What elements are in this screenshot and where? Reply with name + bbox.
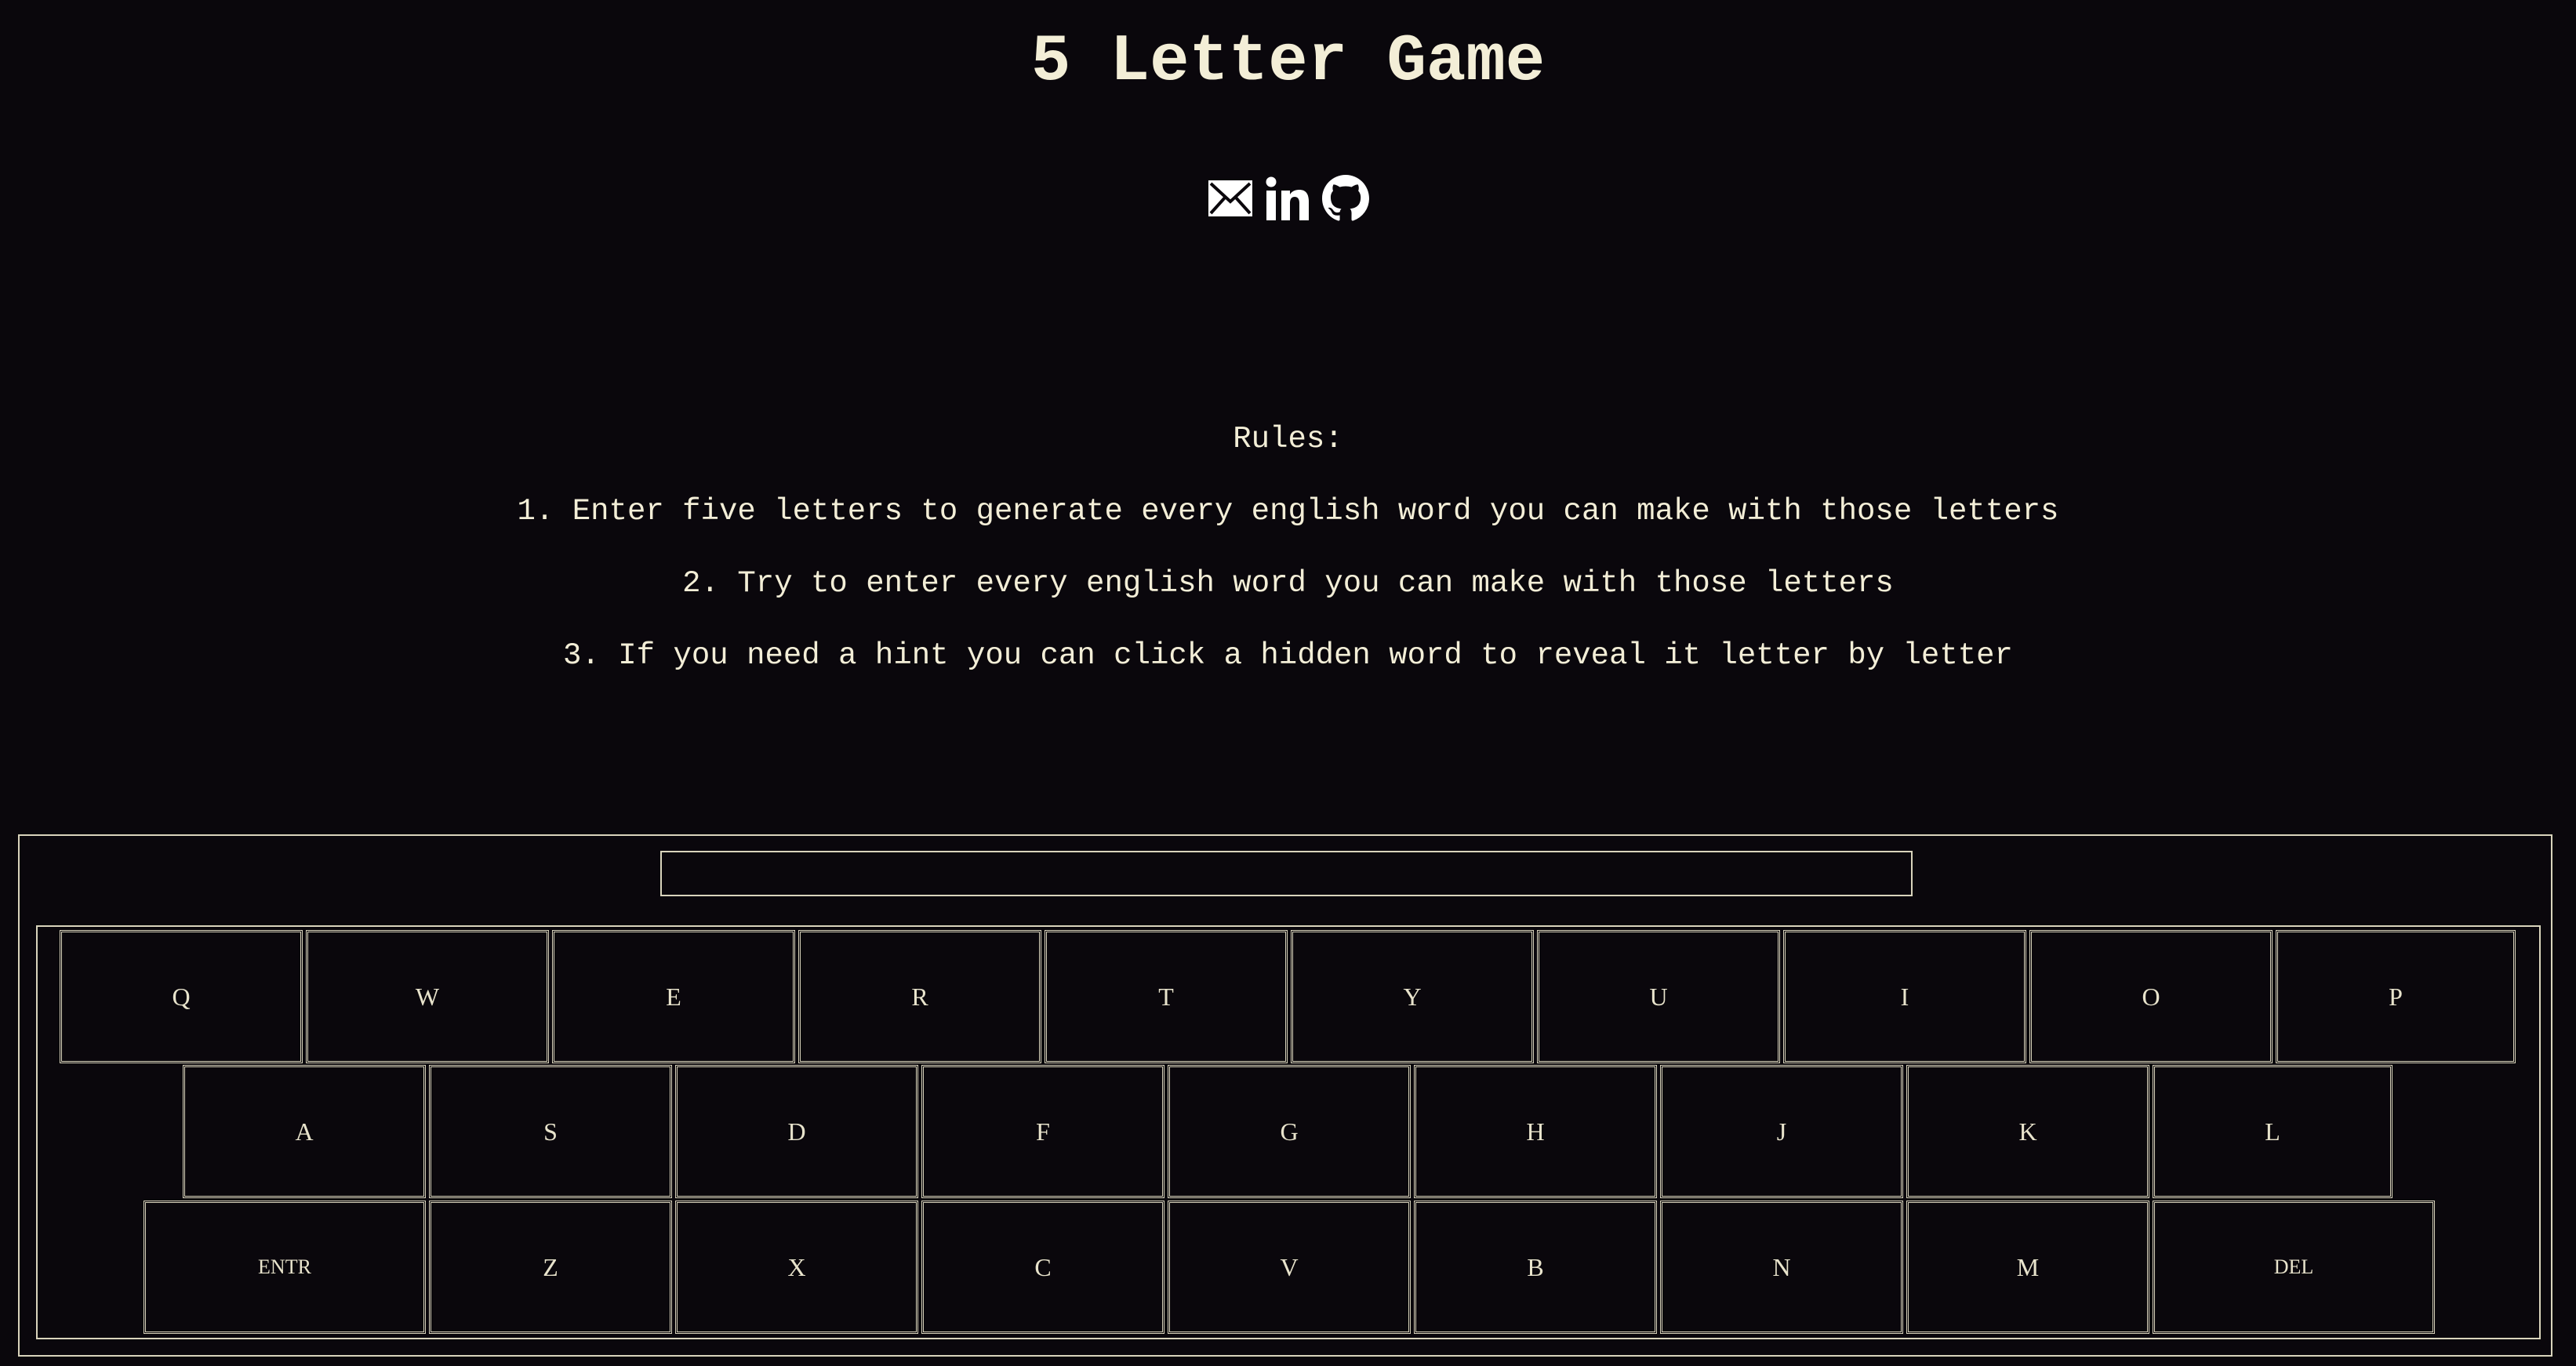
key-q[interactable]: Q bbox=[60, 930, 303, 1063]
rules-section: Rules: 1. Enter five letters to generate… bbox=[0, 416, 2576, 704]
key-a[interactable]: A bbox=[183, 1065, 426, 1198]
github-icon bbox=[1321, 175, 1369, 221]
key-b[interactable]: B bbox=[1414, 1201, 1657, 1334]
envelope-icon bbox=[1208, 180, 1252, 216]
key-f[interactable]: F bbox=[921, 1065, 1164, 1198]
key-l[interactable]: L bbox=[2153, 1065, 2393, 1198]
key-w[interactable]: W bbox=[306, 930, 549, 1063]
key-z[interactable]: Z bbox=[429, 1201, 672, 1334]
rule-item: 2. Try to enter every english word you c… bbox=[682, 566, 1894, 601]
key-u[interactable]: U bbox=[1537, 930, 1780, 1063]
linkedin-link[interactable] bbox=[1266, 171, 1310, 226]
key-g[interactable]: G bbox=[1168, 1065, 1411, 1198]
word-entry-display bbox=[660, 851, 1913, 896]
key-k[interactable]: K bbox=[1906, 1065, 2149, 1198]
key-m[interactable]: M bbox=[1906, 1201, 2149, 1334]
linkedin-icon bbox=[1266, 176, 1309, 220]
rules-heading: Rules: bbox=[1233, 422, 1343, 456]
github-link[interactable] bbox=[1321, 171, 1369, 226]
key-r[interactable]: R bbox=[798, 930, 1041, 1063]
key-v[interactable]: V bbox=[1168, 1201, 1411, 1334]
key-c[interactable]: C bbox=[921, 1201, 1164, 1334]
key-x[interactable]: X bbox=[675, 1201, 918, 1334]
key-j[interactable]: J bbox=[1660, 1065, 1903, 1198]
delete-key[interactable]: DEL bbox=[2153, 1201, 2435, 1334]
rule-item: 3. If you need a hint you can click a hi… bbox=[563, 638, 2013, 673]
key-h[interactable]: H bbox=[1414, 1065, 1657, 1198]
email-link[interactable] bbox=[1208, 171, 1253, 226]
key-d[interactable]: D bbox=[675, 1065, 918, 1198]
key-o[interactable]: O bbox=[2029, 930, 2273, 1063]
key-i[interactable]: I bbox=[1783, 930, 2026, 1063]
key-s[interactable]: S bbox=[429, 1065, 672, 1198]
key-t[interactable]: T bbox=[1045, 930, 1288, 1063]
enter-key[interactable]: ENTR bbox=[144, 1201, 426, 1334]
key-y[interactable]: Y bbox=[1291, 930, 1534, 1063]
key-p[interactable]: P bbox=[2276, 930, 2516, 1063]
social-links bbox=[0, 171, 2576, 226]
page-title: 5 Letter Game bbox=[1030, 25, 1546, 100]
rule-item: 1. Enter five letters to generate every … bbox=[517, 494, 2059, 529]
key-n[interactable]: N bbox=[1660, 1201, 1903, 1334]
key-e[interactable]: E bbox=[552, 930, 795, 1063]
